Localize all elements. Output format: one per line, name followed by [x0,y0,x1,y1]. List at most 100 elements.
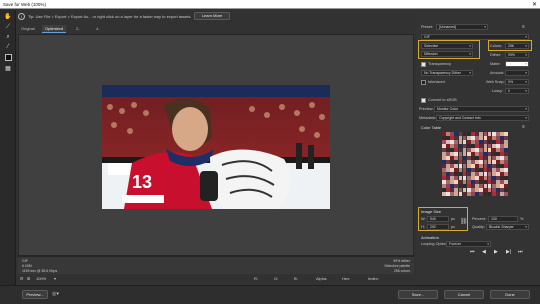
color-swatch[interactable] [458,168,463,172]
color-swatch[interactable] [450,180,454,184]
color-swatch[interactable] [496,192,500,196]
color-swatch[interactable] [487,188,492,192]
color-swatch[interactable] [496,160,500,164]
color-swatch[interactable] [500,180,504,184]
color-swatch[interactable] [483,136,488,140]
color-swatch[interactable] [479,192,484,196]
color-swatch[interactable] [446,168,450,172]
color-swatch[interactable] [483,164,488,168]
color-table-grid[interactable] [442,132,508,196]
color-swatch[interactable] [454,136,459,140]
color-swatch[interactable] [446,148,450,152]
color-swatch[interactable] [450,172,454,176]
color-swatch[interactable] [442,172,446,176]
color-swatch[interactable] [487,180,492,184]
color-swatch[interactable] [454,144,459,148]
color-swatch[interactable] [450,176,454,180]
color-swatch[interactable] [487,160,492,164]
interlaced-checkbox[interactable] [421,80,426,85]
color-swatch[interactable] [471,188,475,192]
color-swatch[interactable] [491,144,496,148]
color-swatch[interactable] [446,188,450,192]
color-swatch[interactable] [496,156,500,160]
color-swatch[interactable] [504,188,508,192]
transparency-dither-select[interactable]: No Transparency Dither ▾ [421,70,473,76]
color-swatch[interactable] [491,148,496,152]
color-swatch[interactable] [500,172,504,176]
color-swatch[interactable] [500,176,504,180]
color-swatch[interactable] [496,184,500,188]
color-swatch[interactable] [479,168,484,172]
first-frame-icon[interactable]: ⏮ [470,249,475,255]
color-swatch[interactable] [450,132,454,136]
color-swatch[interactable] [471,140,475,144]
color-swatch[interactable] [458,148,463,152]
color-swatch[interactable] [462,156,467,160]
cancel-button[interactable]: Cancel [444,290,484,299]
slice-select-tool-icon[interactable]: ⟋ [3,23,13,31]
color-swatch[interactable] [442,132,446,136]
color-swatch[interactable] [487,164,492,168]
color-swatch[interactable] [487,156,492,160]
color-swatch[interactable] [466,168,471,172]
preview-button[interactable]: Preview... [22,290,48,299]
color-swatch[interactable] [475,160,479,164]
color-swatch[interactable] [475,152,479,156]
color-swatch[interactable] [504,192,508,196]
color-swatch[interactable] [483,160,488,164]
color-swatch[interactable] [500,192,504,196]
color-swatch[interactable] [479,160,484,164]
color-swatch[interactable] [462,136,467,140]
link-icon[interactable]: ⛓ [460,218,468,225]
color-swatch[interactable] [466,148,471,152]
color-swatch[interactable] [471,136,475,140]
color-swatch[interactable] [491,140,496,144]
web-snap-input[interactable]: 0% ▾ [505,79,529,85]
color-swatch[interactable] [466,192,471,196]
color-swatch[interactable] [479,132,484,136]
color-swatch[interactable] [475,148,479,152]
eyedropper-tool-icon[interactable]: ⁄ [3,43,13,51]
color-swatch[interactable] [496,148,500,152]
color-swatch[interactable] [504,164,508,168]
color-table-menu-icon[interactable]: ≡ [522,124,525,130]
color-swatch[interactable] [462,188,467,192]
looping-select[interactable]: Forever ▾ [446,241,491,247]
color-swatch[interactable] [454,140,459,144]
color-swatch[interactable] [454,168,459,172]
color-swatch[interactable] [487,176,492,180]
color-swatch[interactable] [450,160,454,164]
color-swatch[interactable] [450,156,454,160]
color-swatch[interactable] [491,160,496,164]
color-swatch[interactable] [496,188,500,192]
color-swatch[interactable] [462,164,467,168]
zoom-in-icon[interactable]: ⊞ [27,276,30,281]
color-swatch[interactable] [462,132,467,136]
color-swatch[interactable] [491,180,496,184]
color-swatch[interactable] [496,152,500,156]
color-swatch[interactable] [442,160,446,164]
color-swatch[interactable] [446,172,450,176]
color-swatch[interactable] [450,184,454,188]
hand-tool-icon[interactable]: ✋ [3,13,13,21]
color-swatch[interactable] [487,172,492,176]
color-swatch[interactable] [466,156,471,160]
color-swatch[interactable] [487,152,492,156]
color-swatch[interactable] [500,132,504,136]
color-swatch[interactable] [450,168,454,172]
color-swatch[interactable] [496,132,500,136]
color-swatch[interactable] [487,192,492,196]
color-swatch[interactable] [504,132,508,136]
color-swatch[interactable] [462,140,467,144]
color-swatch[interactable] [462,180,467,184]
color-swatch[interactable] [491,156,496,160]
color-swatch[interactable] [504,176,508,180]
color-swatch[interactable] [450,140,454,144]
color-swatch[interactable] [458,184,463,188]
color-swatch[interactable] [458,132,463,136]
color-swatch[interactable] [458,140,463,144]
color-swatch[interactable] [471,156,475,160]
color-swatch[interactable] [483,176,488,180]
color-swatch[interactable] [462,168,467,172]
color-swatch[interactable] [483,192,488,196]
